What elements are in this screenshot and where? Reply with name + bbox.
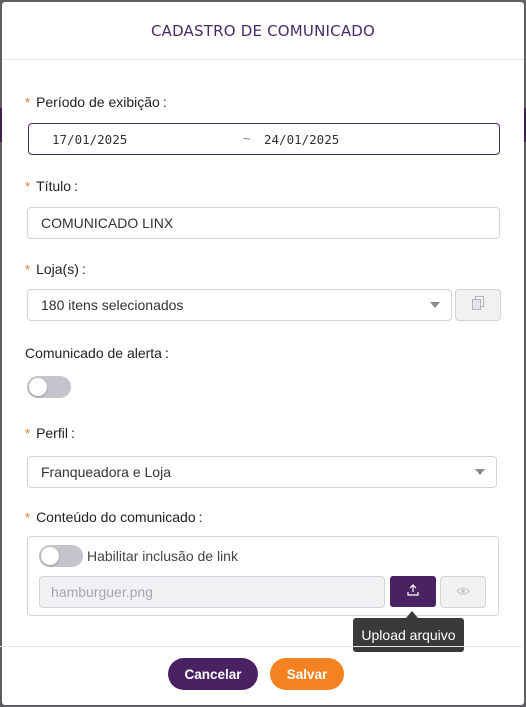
lojas-label: * Loja(s): [25, 261, 86, 277]
eye-icon [456, 583, 470, 601]
required-marker: * [25, 94, 31, 110]
alerta-toggle[interactable] [27, 376, 71, 398]
alerta-label: Comunicado de alerta: [25, 345, 169, 361]
periodo-label: * Período de exibição: [25, 94, 167, 110]
titulo-input[interactable]: COMUNICADO LINX [27, 207, 500, 239]
titulo-label-text: Título [36, 178, 72, 194]
alerta-label-text: Comunicado de alerta [25, 345, 162, 361]
periodo-separator: ~ [243, 131, 251, 146]
file-name-input: hamburguer.png [39, 576, 385, 608]
tooltip-arrow [406, 611, 418, 618]
perfil-label-text: Perfil [36, 425, 68, 441]
periodo-start-date[interactable]: 17/01/2025 [52, 132, 127, 147]
caret-down-icon [430, 302, 440, 308]
caret-down-icon [475, 469, 485, 475]
modal-footer [0, 646, 522, 703]
copy-button[interactable] [455, 289, 501, 321]
modal-title: CADASTRO DE COMUNICADO [150, 21, 376, 40]
required-marker: * [25, 425, 31, 441]
toggle-knob [41, 547, 59, 565]
periodo-range-picker[interactable]: 17/01/2025 ~ 24/01/2025 [28, 123, 500, 155]
lojas-label-text: Loja(s) [36, 261, 79, 277]
upload-tooltip-text: Upload arquivo [361, 627, 456, 643]
upload-icon [407, 583, 419, 601]
modal-header: CADASTRO DE COMUNICADO [2, 2, 524, 60]
conteudo-label-text: Conteúdo do comunicado [36, 509, 196, 525]
lojas-select[interactable]: 180 itens selecionados [27, 289, 452, 321]
perfil-label: * Perfil: [25, 425, 75, 441]
conteudo-label: * Conteúdo do comunicado: [25, 509, 203, 525]
cancel-button[interactable]: Cancelar [168, 658, 258, 690]
required-marker: * [25, 509, 31, 525]
perfil-select[interactable]: Franqueadora e Loja [27, 456, 497, 488]
required-marker: * [25, 261, 31, 277]
save-button[interactable]: Salvar [270, 658, 344, 690]
toggle-knob [29, 378, 47, 396]
periodo-label-text: Período de exibição [36, 94, 160, 110]
view-button[interactable] [440, 576, 486, 608]
titulo-label: * Título: [25, 178, 78, 194]
link-toggle-label: Habilitar inclusão de link [87, 548, 238, 564]
periodo-end-date[interactable]: 24/01/2025 [264, 132, 339, 147]
link-toggle[interactable] [39, 545, 83, 567]
lojas-value: 180 itens selecionados [41, 297, 184, 313]
perfil-value: Franqueadora e Loja [41, 464, 171, 480]
upload-button[interactable] [390, 576, 436, 607]
required-marker: * [25, 178, 31, 194]
copy-icon [472, 295, 484, 315]
titulo-value: COMUNICADO LINX [41, 215, 174, 231]
file-placeholder: hamburguer.png [51, 584, 153, 600]
